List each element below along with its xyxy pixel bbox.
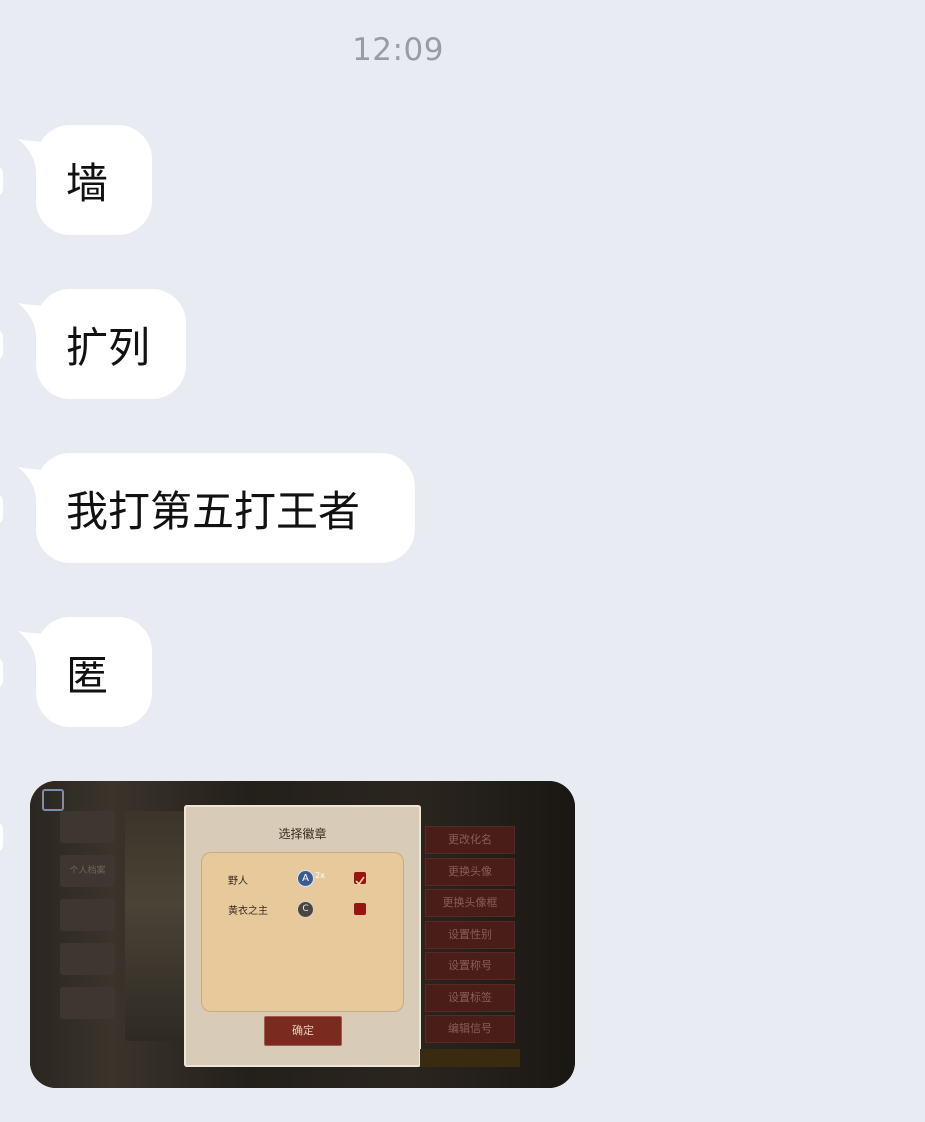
- game-right-buttons: 更改化名 更换头像 更换头像框 设置性别 设置称号 设置标签 编辑信号: [425, 826, 515, 1047]
- game-button: 设置标签: [425, 983, 515, 1012]
- message-bubble[interactable]: 墙: [18, 125, 152, 235]
- checked-checkbox: [354, 872, 366, 886]
- badge-select-panel: 选择徽章 野人 A 2x 黄衣之主 C 确定: [184, 805, 421, 1067]
- game-button: 设置称号: [425, 952, 515, 980]
- image-message[interactable]: 个人档案 更改化名 更换头像 更换头像框 设置性别 设置称号 设置标签 编辑信号…: [30, 781, 575, 1088]
- game-button: 更换头像框: [425, 889, 515, 917]
- panel-title: 选择徽章: [278, 827, 327, 841]
- game-button: 编辑信号: [425, 1015, 515, 1043]
- message-bubble[interactable]: 扩列: [18, 289, 186, 399]
- game-button: 设置性别: [425, 920, 515, 949]
- game-button: 更改化名: [425, 826, 515, 854]
- bubble-tail: [18, 303, 52, 333]
- game-menu-item: [60, 899, 115, 931]
- badge-row-name: 黄衣之主: [228, 906, 268, 917]
- game-button: 更换头像: [425, 857, 515, 886]
- avatar[interactable]: [0, 165, 3, 197]
- game-menu-item: [60, 811, 115, 843]
- badge-c-icon: C: [297, 901, 314, 918]
- panel-inner: 野人 A 2x 黄衣之主 C: [201, 852, 404, 1012]
- game-left-menu: 个人档案: [60, 811, 115, 1031]
- unchecked-checkbox: [354, 903, 366, 915]
- badge-row-name: 野人: [228, 876, 248, 887]
- avatar[interactable]: [0, 493, 3, 525]
- message-text: 匿: [66, 650, 109, 700]
- confirm-button: 确定: [264, 1016, 342, 1046]
- avatar[interactable]: [0, 329, 3, 361]
- bubble-tail: [18, 139, 52, 169]
- bubble-tail: [18, 631, 52, 661]
- game-bottom-strip: [420, 1049, 520, 1067]
- avatar[interactable]: [0, 821, 3, 853]
- timestamp: 12:09: [352, 32, 444, 68]
- message-bubble[interactable]: 我打第五打王者: [18, 453, 415, 563]
- message-bubble[interactable]: 匿: [18, 617, 152, 727]
- avatar[interactable]: [0, 657, 3, 689]
- message-text: 扩列: [66, 322, 151, 372]
- badge-a-icon: A: [297, 870, 314, 887]
- game-menu-item: 个人档案: [60, 855, 115, 887]
- game-menu-item: [60, 987, 115, 1019]
- corner-icon: [42, 789, 64, 811]
- badge-extra: 2x: [315, 871, 325, 880]
- game-menu-item: [60, 943, 115, 975]
- bubble-tail: [18, 467, 52, 497]
- message-text: 我打第五打王者: [66, 486, 361, 536]
- message-text: 墙: [66, 158, 109, 208]
